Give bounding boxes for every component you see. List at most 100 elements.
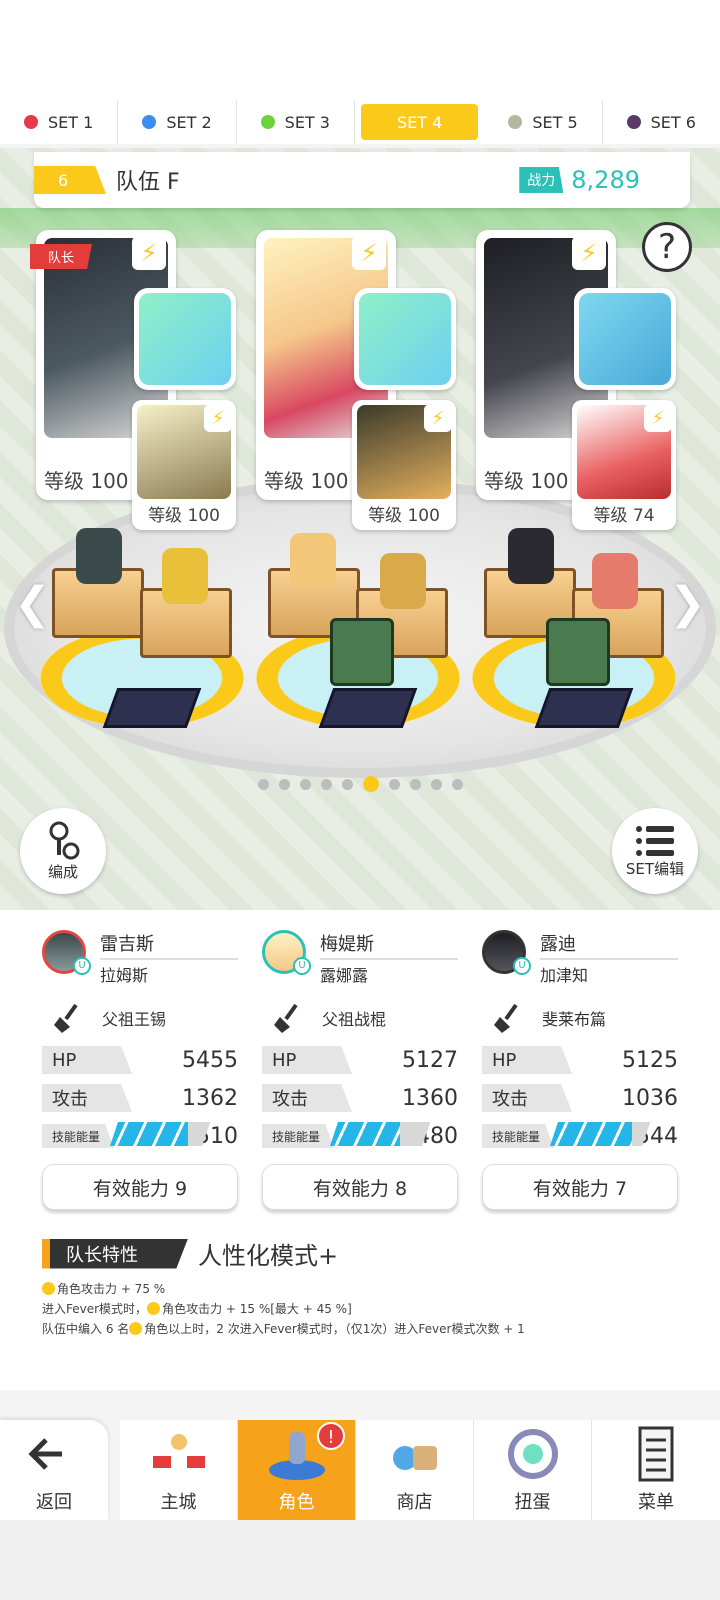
nav-shop[interactable]: 商店: [356, 1420, 474, 1520]
arrow-right-icon[interactable]: ❯: [669, 578, 706, 629]
member-column-2: U 梅媞斯 露娜露 父祖战棍 HP 5127 攻击 1360 技能能量 480 有效…: [262, 930, 458, 1210]
member-names: 梅媞斯 露娜露: [320, 930, 458, 986]
avatar[interactable]: U: [482, 930, 531, 975]
power-value: 8,289: [571, 166, 640, 194]
equipment-slot-3[interactable]: [574, 288, 676, 390]
character-sprite[interactable]: [162, 548, 208, 604]
energy-bar: [110, 1122, 210, 1146]
effective-ability-button[interactable]: 有效能力 9: [42, 1164, 238, 1210]
hp-row: HP 5455: [42, 1046, 238, 1074]
shovel-icon: [494, 1003, 518, 1033]
sub-character-card-3[interactable]: ⚡ 等级 74: [572, 400, 676, 530]
equipment-slot-2[interactable]: [354, 288, 456, 390]
character-sprite[interactable]: [380, 553, 426, 609]
hp-value: 5455: [182, 1047, 238, 1073]
status-bar-area: [0, 0, 720, 100]
atk-label: 攻击: [42, 1084, 132, 1112]
nav-label: 扭蛋: [514, 1492, 551, 1513]
page-dot[interactable]: [431, 778, 442, 790]
set-dot-icon: [260, 115, 275, 129]
leader-trait-section: 队长特性 人性化模式+ 角色攻击力 + 75 % 进入Fever模式时， 角色攻击…: [42, 1236, 682, 1339]
hp-label: HP: [42, 1046, 132, 1074]
character-sprite[interactable]: [290, 533, 336, 589]
effective-ability-button[interactable]: 有效能力 7: [482, 1164, 678, 1210]
arrow-left-icon[interactable]: ❮: [14, 578, 51, 629]
leader-desc-line: 队伍中编入 6 名角色以上时，2 次进入Fever模式时，（仅1次）进入Feve…: [42, 1319, 682, 1339]
page-dot[interactable]: [321, 778, 332, 790]
back-button[interactable]: 返回: [0, 1420, 108, 1520]
tab-set-6[interactable]: SET 6: [603, 100, 720, 144]
menu-icon: [638, 1426, 674, 1482]
character-sprite[interactable]: [592, 553, 638, 609]
nav-character[interactable]: ! 角色: [238, 1420, 356, 1520]
nav-label: 角色: [278, 1492, 315, 1513]
sub-character-card-1[interactable]: ⚡ 等级 100: [132, 400, 236, 530]
sub-character-card-2[interactable]: ⚡ 等级 100: [352, 400, 456, 530]
page-indicator: [258, 776, 463, 792]
page-dot[interactable]: [300, 778, 311, 790]
gacha-icon: [507, 1429, 558, 1479]
page-dot[interactable]: [389, 778, 400, 790]
avatar[interactable]: U: [262, 930, 311, 975]
hp-row: HP 5127: [262, 1046, 458, 1074]
lightning-icon: ⚡: [132, 236, 166, 270]
page-dot-active[interactable]: [363, 776, 379, 792]
member-sub-name: 加津知: [540, 966, 589, 985]
baton-icon: [359, 293, 451, 385]
sub-character-level: 等级 100: [148, 506, 220, 526]
page-dot[interactable]: [410, 778, 421, 790]
tab-set-4[interactable]: SET 4: [360, 104, 479, 140]
leader-trait-label: 队长特性: [42, 1238, 188, 1269]
nav-main-city[interactable]: 主城: [120, 1420, 238, 1520]
lightning-icon: ⚡: [644, 404, 672, 432]
city-icon: [152, 1434, 205, 1468]
weapon-row[interactable]: 父祖战棍: [262, 1000, 458, 1036]
lightning-icon: ⚡: [572, 236, 606, 270]
nav-menu[interactable]: 菜单: [592, 1420, 720, 1520]
leader-desc-line: 角色攻击力 + 75 %: [42, 1279, 682, 1299]
sub-character-level: 等级 74: [593, 506, 655, 526]
equipment-slot-1[interactable]: [134, 288, 236, 390]
back-label: 返回: [36, 1492, 72, 1513]
leader-desc-text: 角色攻击力 + 15 %[最大 + 45 %]: [162, 1302, 352, 1316]
tab-set-3[interactable]: SET 3: [237, 100, 355, 144]
bottom-navigation: 返回 主城 ! 角色 商店 扭蛋 菜单: [0, 1420, 720, 1520]
weapon-row[interactable]: 父祖王锡: [42, 1000, 238, 1036]
u-badge-icon: U: [73, 957, 91, 975]
energy-bar: [330, 1122, 430, 1146]
atk-row: 攻击 1036: [482, 1084, 678, 1112]
character-sprite[interactable]: [76, 528, 122, 584]
energy-row: 技能能量 510: [42, 1122, 238, 1150]
lightning-icon: ⚡: [424, 404, 452, 432]
avatar[interactable]: U: [42, 930, 91, 975]
page-dot[interactable]: [279, 778, 290, 790]
list-icon: [636, 825, 674, 856]
sub-character-level: 等级 100: [368, 506, 440, 526]
page-dot[interactable]: [342, 778, 353, 790]
page-dot[interactable]: [258, 778, 269, 790]
member-name: 雷吉斯: [100, 930, 238, 960]
shovel-icon: [274, 1003, 298, 1033]
tab-set-5[interactable]: SET 5: [484, 100, 603, 144]
character-sprite[interactable]: [508, 528, 554, 584]
help-button[interactable]: ?: [642, 222, 692, 272]
nav-gacha[interactable]: 扭蛋: [474, 1420, 592, 1520]
leader-desc-text: 进入Fever模式时，: [42, 1302, 148, 1316]
tab-set-2[interactable]: SET 2: [118, 100, 237, 144]
member-column-1: U 雷吉斯 拉姆斯 父祖王锡 HP 5455 攻击 1362 技能能量 510 有效…: [42, 930, 238, 1210]
formation-button[interactable]: 编成: [20, 808, 106, 894]
page-dot[interactable]: [452, 778, 463, 790]
u-badge-icon: U: [513, 957, 531, 975]
member-name-row: U 雷吉斯 拉姆斯: [42, 930, 238, 986]
set-edit-button[interactable]: SET编辑: [612, 808, 698, 894]
atk-value: 1036: [622, 1085, 678, 1111]
weapon-row[interactable]: 斐莱布篇: [482, 1000, 678, 1036]
effective-ability-button[interactable]: 有效能力 8: [262, 1164, 458, 1210]
set-dot-icon: [626, 115, 641, 129]
star-icon: [129, 1322, 143, 1335]
star-icon: [147, 1302, 161, 1315]
energy-row: 技能能量 544: [482, 1122, 678, 1150]
tab-set-1[interactable]: SET 1: [0, 100, 119, 144]
nav-label: 菜单: [638, 1492, 674, 1513]
hp-value: 5127: [402, 1047, 458, 1073]
